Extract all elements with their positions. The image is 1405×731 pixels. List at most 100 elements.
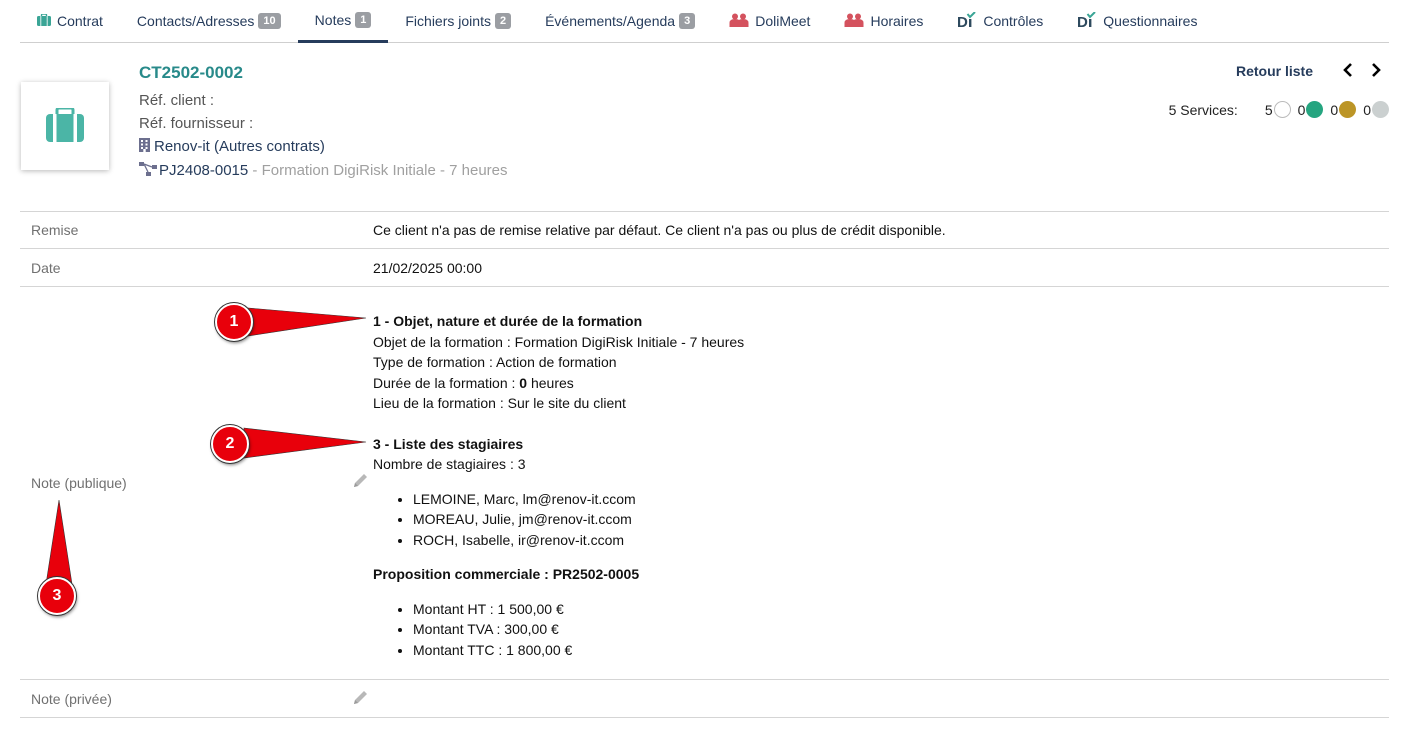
next-record-button[interactable] (1365, 60, 1387, 82)
field-label: Note (privée) (31, 690, 112, 707)
callout-marker-2: 2 (211, 425, 249, 463)
tab-bar: Contrat Contacts/Adresses 10 Notes 1 Fic… (20, 0, 1389, 43)
tab-fichiers-joints[interactable]: Fichiers joints 2 (388, 0, 528, 42)
duree-value: 0 (519, 374, 528, 391)
note-public-content: 1 - Objet, nature et durée de la formati… (372, 287, 1389, 679)
note-line: Nombre de stagiaires : 3 (373, 456, 526, 472)
edit-note-private-button[interactable] (353, 690, 368, 708)
status-circle-icon (1339, 101, 1357, 118)
callout-marker-3: 3 (38, 577, 76, 615)
tab-contacts[interactable]: Contacts/Adresses 10 (120, 0, 298, 42)
list-item: MOREAU, Julie, jm@renov-it.ccom (413, 509, 1389, 530)
building-icon (139, 136, 150, 159)
tab-label: Notes (314, 12, 352, 28)
list-item: Montant TVA : 300,00 € (413, 619, 1389, 640)
field-label: Date (31, 259, 61, 276)
note-section-title: 3 - Liste des stagiaires (373, 435, 524, 452)
tab-evenements-agenda[interactable]: Événements/Agenda 3 (528, 0, 712, 42)
tab-label: Événements/Agenda (545, 13, 676, 29)
tab-label: Fichiers joints (405, 13, 491, 29)
other-contracts-link[interactable]: (Autres contrats) (214, 138, 325, 155)
field-label: Note (publique) (31, 475, 127, 491)
di-icon: D (1077, 10, 1097, 31)
chevron-right-icon (1370, 62, 1382, 80)
tab-label: DoliMeet (755, 13, 811, 29)
service-status-running: 0 (1298, 101, 1324, 118)
service-count: 0 (1297, 101, 1306, 118)
note-public-label-cell: Note (publique) (20, 287, 372, 679)
record-navigation: Retour liste (1236, 60, 1387, 82)
ref-block: CT2502-0002 Réf. client : Réf. fournisse… (139, 62, 508, 183)
note-line: Type de formation : Action de formation (373, 354, 617, 370)
callout-marker-1: 1 (215, 303, 253, 341)
count-badge: 1 (355, 12, 372, 28)
users-icon (844, 13, 864, 30)
field-label: Remise (31, 222, 79, 238)
note-line: Lieu de la formation : Sur le site du cl… (373, 395, 626, 411)
services-summary: 5 Services: 5 0 0 0 (1169, 101, 1389, 118)
status-circle-icon (1273, 101, 1291, 118)
contract-ref: CT2502-0002 (139, 63, 243, 82)
tab-label: Questionnaires (1103, 13, 1198, 29)
previous-record-button[interactable] (1337, 60, 1359, 82)
status-circle-icon (1306, 101, 1324, 118)
di-icon: D (957, 10, 977, 31)
tab-label: Contacts/Adresses (136, 13, 255, 29)
briefcase-icon (46, 106, 84, 145)
row-remise: Remise Ce client n'a pas de remise relat… (20, 212, 1389, 249)
service-status-closed: 0 (1363, 101, 1389, 118)
svg-text:D: D (957, 14, 968, 28)
note-private-label-cell: Note (privée) (20, 680, 372, 718)
project-icon (139, 160, 157, 183)
service-status-expired: 0 (1330, 101, 1357, 118)
tab-controles[interactable]: D Contrôles (940, 0, 1060, 42)
briefcase-icon (37, 13, 51, 29)
tab-label: Contrat (57, 13, 103, 29)
count-badge: 3 (679, 13, 696, 29)
service-count: 0 (1330, 101, 1339, 118)
thirdparty-link[interactable]: Renov-it (154, 138, 210, 155)
tab-label: Horaires (870, 13, 924, 29)
list-item: Montant TTC : 1 800,00 € (413, 640, 1389, 661)
edit-note-public-button[interactable] (353, 473, 368, 491)
row-date: Date 21/02/2025 00:00 (20, 249, 1389, 287)
tab-horaires[interactable]: Horaires (827, 0, 940, 42)
chevron-left-icon (1342, 62, 1354, 80)
row-note-private: Note (privée) (20, 680, 1389, 718)
tab-label: Contrôles (983, 13, 1044, 29)
tab-contrat[interactable]: Contrat (20, 0, 120, 42)
project-line: PJ2408-0015 - Formation DigiRisk Initial… (139, 159, 508, 183)
tab-questionnaires[interactable]: D Questionnaires (1060, 0, 1214, 42)
ref-fournisseur: Réf. fournisseur : (139, 115, 254, 132)
note-section-title: Proposition commerciale : PR2502-0005 (373, 566, 640, 582)
back-to-list-link[interactable]: Retour liste (1236, 63, 1313, 79)
pencil-icon (353, 690, 368, 708)
row-note-public: Note (publique) 1 - Objet, nature et dur… (20, 287, 1389, 680)
note-line: Objet de la formation : Formation DigiRi… (373, 333, 745, 350)
list-item: Montant HT : 1 500,00 € (413, 599, 1389, 620)
count-badge: 2 (494, 13, 512, 29)
note-line: Durée de la formation : 0 heures (373, 374, 574, 391)
stagiaires-list: LEMOINE, Marc, lm@renov-it.ccom MOREAU, … (373, 489, 1389, 551)
svg-text:D: D (1077, 14, 1088, 28)
service-status-inactive: 5 (1265, 101, 1291, 118)
date-value: 21/02/2025 00:00 (373, 259, 482, 276)
users-icon (729, 13, 749, 30)
status-circle-icon (1372, 101, 1389, 118)
list-item: LEMOINE, Marc, lm@renov-it.ccom (413, 489, 1389, 510)
fields-table: Remise Ce client n'a pas de remise relat… (20, 211, 1389, 718)
thirdparty-line: Renov-it (Autres contrats) (139, 135, 508, 159)
service-count: 0 (1363, 101, 1371, 118)
services-label: 5 Services: (1168, 101, 1238, 118)
count-badge: 10 (258, 13, 281, 29)
project-link[interactable]: PJ2408-0015 (159, 162, 248, 179)
remise-value: Ce client n'a pas de remise relative par… (373, 222, 946, 238)
project-label: - Formation DigiRisk Initiale - 7 heures (248, 162, 508, 179)
tab-notes[interactable]: Notes 1 (297, 0, 389, 43)
object-logo (21, 82, 109, 170)
pencil-icon (353, 474, 368, 491)
tab-dolimeet[interactable]: DoliMeet (712, 0, 827, 42)
note-section-title: 1 - Objet, nature et durée de la formati… (373, 313, 643, 329)
montants-list: Montant HT : 1 500,00 € Montant TVA : 30… (373, 599, 1389, 661)
list-item: ROCH, Isabelle, ir@renov-it.ccom (413, 530, 1389, 551)
